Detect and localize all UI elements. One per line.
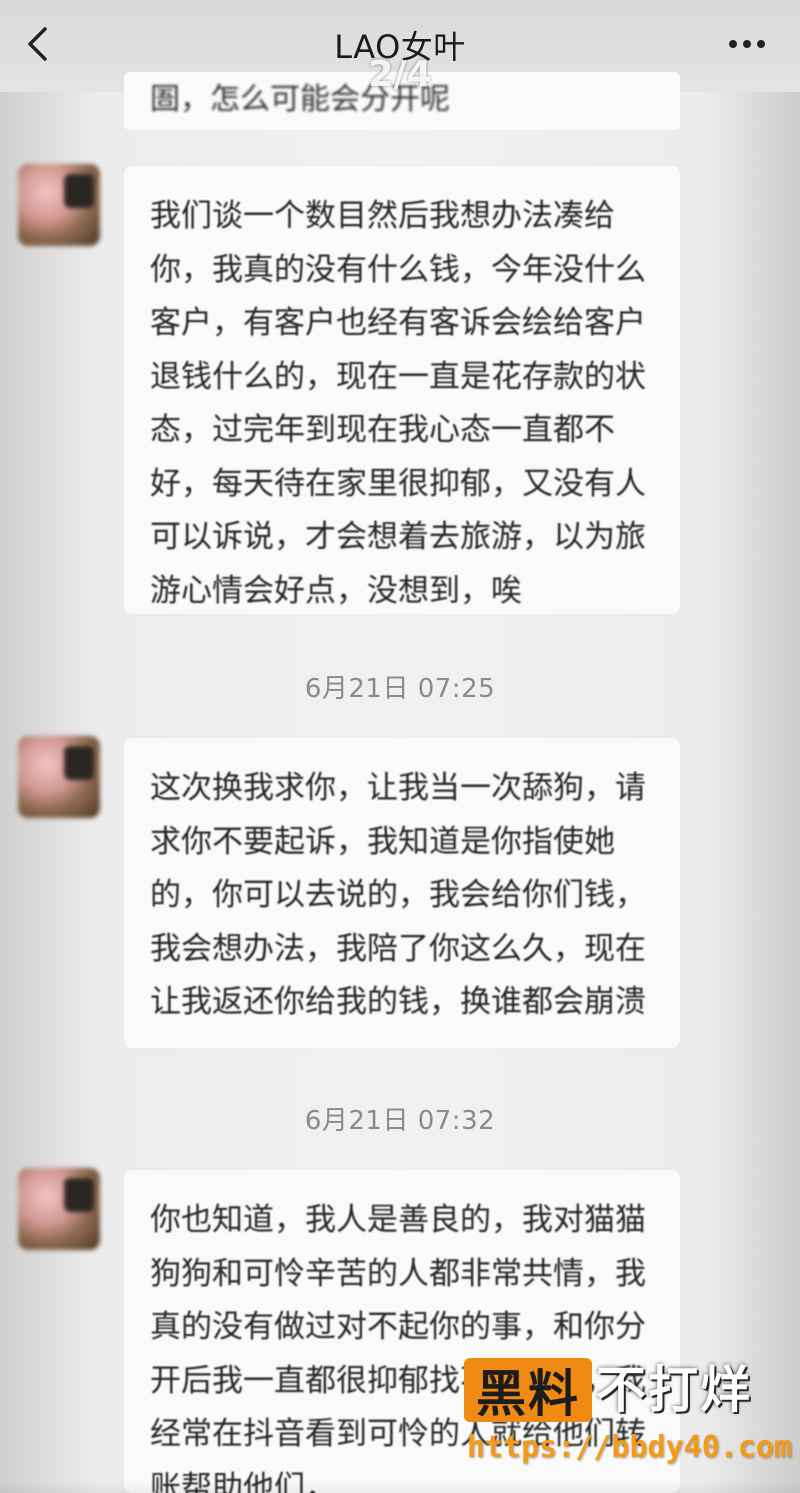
message-timestamp: 6月21日 07:25 xyxy=(304,674,496,704)
watermark: 黑料 不打烊 https://bbdy40.com xyxy=(462,1352,792,1482)
page-indicator: 2/4 xyxy=(368,54,432,95)
bottom-edge xyxy=(0,1481,800,1493)
watermark-badge: 黑料 xyxy=(464,1358,592,1423)
message-timestamp: 6月21日 07:32 xyxy=(304,1106,496,1136)
avatar[interactable] xyxy=(18,736,100,818)
message-bubble[interactable]: 我们谈一个数目然后我想办法凑给你，我真的没有什么钱，今年没什么客户，有客户也经有… xyxy=(124,166,680,614)
avatar[interactable] xyxy=(18,1168,100,1250)
message-bubble[interactable]: 这次换我求你，让我当一次舔狗，请求你不要起诉，我知道是你指使她的，你可以去说的，… xyxy=(124,738,680,1048)
watermark-slogan: 不打烊 xyxy=(596,1361,752,1419)
watermark-url: https://bbdy40.com xyxy=(466,1430,792,1465)
message-text: 我们谈一个数目然后我想办法凑给你，我真的没有什么钱，今年没什么客户，有客户也经有… xyxy=(150,198,646,609)
more-dots-icon xyxy=(729,40,737,48)
message-text: 这次换我求你，让我当一次舔狗，请求你不要起诉，我知道是你指使她的，你可以去说的，… xyxy=(150,770,646,1020)
avatar[interactable] xyxy=(18,164,100,246)
